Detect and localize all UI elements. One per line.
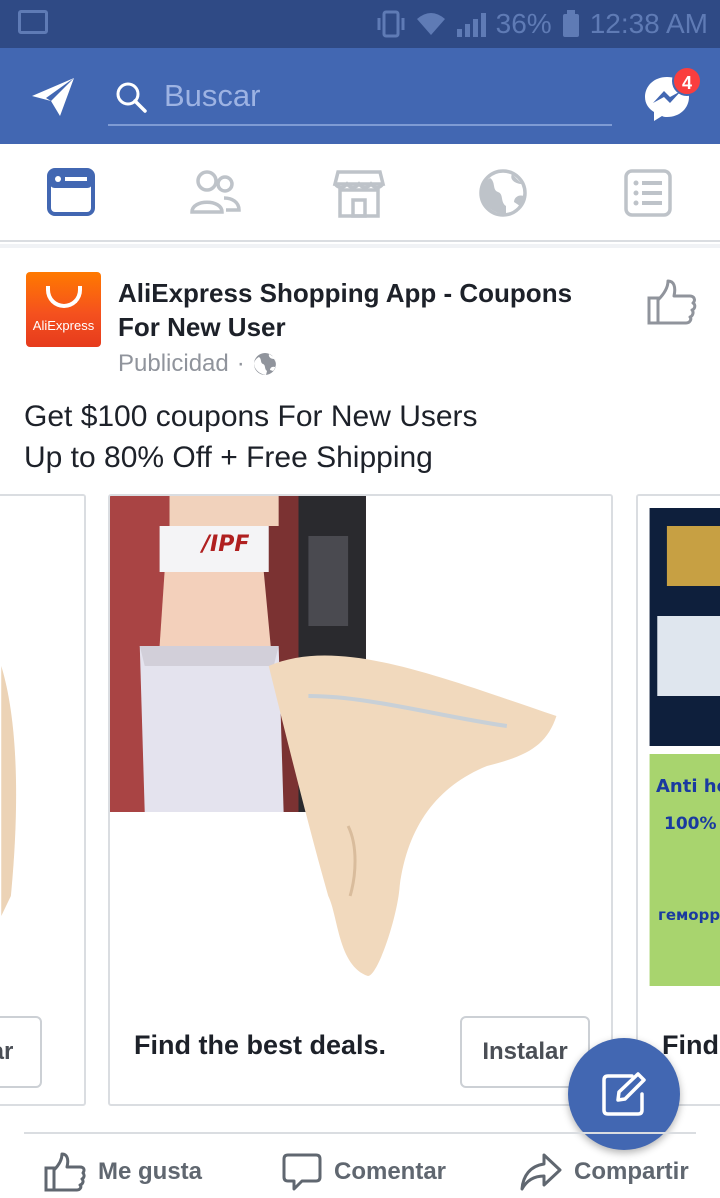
vibrate-icon	[377, 10, 405, 38]
signal-icon	[456, 11, 486, 37]
product-image	[0, 496, 84, 994]
send-icon[interactable]	[30, 76, 76, 118]
status-indicators: 36% 12:38 AM	[377, 8, 708, 40]
carousel-card-next[interactable]: Anti he 100% геморр Find	[636, 494, 720, 1106]
messenger-badge: 4	[672, 66, 702, 96]
globe-icon[interactable]	[476, 166, 530, 220]
share-icon	[520, 1153, 562, 1191]
card-caption: Find	[662, 1030, 719, 1060]
wifi-icon	[416, 13, 445, 35]
page-name[interactable]: AliExpress Shopping App - Coupons For Ne…	[118, 276, 618, 344]
notification-icon	[18, 10, 48, 34]
like-button[interactable]: Me gusta	[44, 1150, 202, 1194]
menu-list-icon[interactable]	[622, 166, 676, 220]
carousel-card[interactable]: /IPF Find the best deals. Instalar	[108, 494, 613, 1106]
comment-button[interactable]: Comentar	[282, 1150, 446, 1194]
post-meta: Publicidad ·	[118, 350, 277, 378]
logo-text: AliExpress	[32, 318, 95, 333]
feed-icon[interactable]	[46, 166, 100, 220]
share-button[interactable]: Compartir	[520, 1150, 689, 1194]
feed-divider	[0, 244, 720, 248]
aliexpress-smile-icon	[46, 286, 82, 308]
compose-icon	[602, 1072, 646, 1116]
search-input[interactable]: Buscar	[108, 74, 612, 126]
actions-divider	[24, 1132, 696, 1134]
sponsored-label: Publicidad	[118, 350, 229, 377]
clock: 12:38 AM	[589, 8, 708, 39]
battery-icon	[562, 10, 579, 37]
battery-percent: 36%	[495, 8, 552, 39]
friends-icon[interactable]	[188, 166, 242, 220]
post-text: Get $100 coupons For New Users Up to 80%…	[24, 396, 684, 478]
like-page-icon[interactable]	[646, 278, 698, 326]
carousel-card-previous[interactable]: alar	[0, 494, 86, 1106]
like-label: Me gusta	[98, 1158, 203, 1185]
public-globe-icon	[253, 353, 276, 375]
search-icon	[116, 82, 147, 113]
comment-icon	[282, 1153, 322, 1191]
post-text-line1: Get $100 coupons For New Users	[24, 400, 478, 433]
top-bar: Buscar	[0, 48, 720, 144]
marketplace-icon[interactable]	[332, 166, 386, 220]
image-brand-text: /IPF	[202, 532, 250, 557]
card-caption: Find the best deals.	[134, 1030, 387, 1060]
image-text-1: Anti he	[656, 776, 720, 797]
image-text-3: геморр	[658, 906, 720, 924]
post-text-line2: Up to 80% Off + Free Shipping	[24, 441, 433, 474]
image-text-2: 100%	[664, 814, 717, 834]
like-icon	[44, 1152, 86, 1192]
install-button[interactable]: alar	[0, 1016, 42, 1088]
page-avatar[interactable]: AliExpress	[26, 272, 101, 347]
search-placeholder: Buscar	[164, 78, 261, 113]
nav-tabs	[0, 144, 720, 242]
status-bar: 36% 12:38 AM	[0, 0, 720, 48]
share-label: Compartir	[574, 1158, 689, 1185]
meta-separator: ·	[236, 350, 245, 377]
comment-label: Comentar	[334, 1158, 447, 1185]
product-image	[110, 496, 611, 994]
